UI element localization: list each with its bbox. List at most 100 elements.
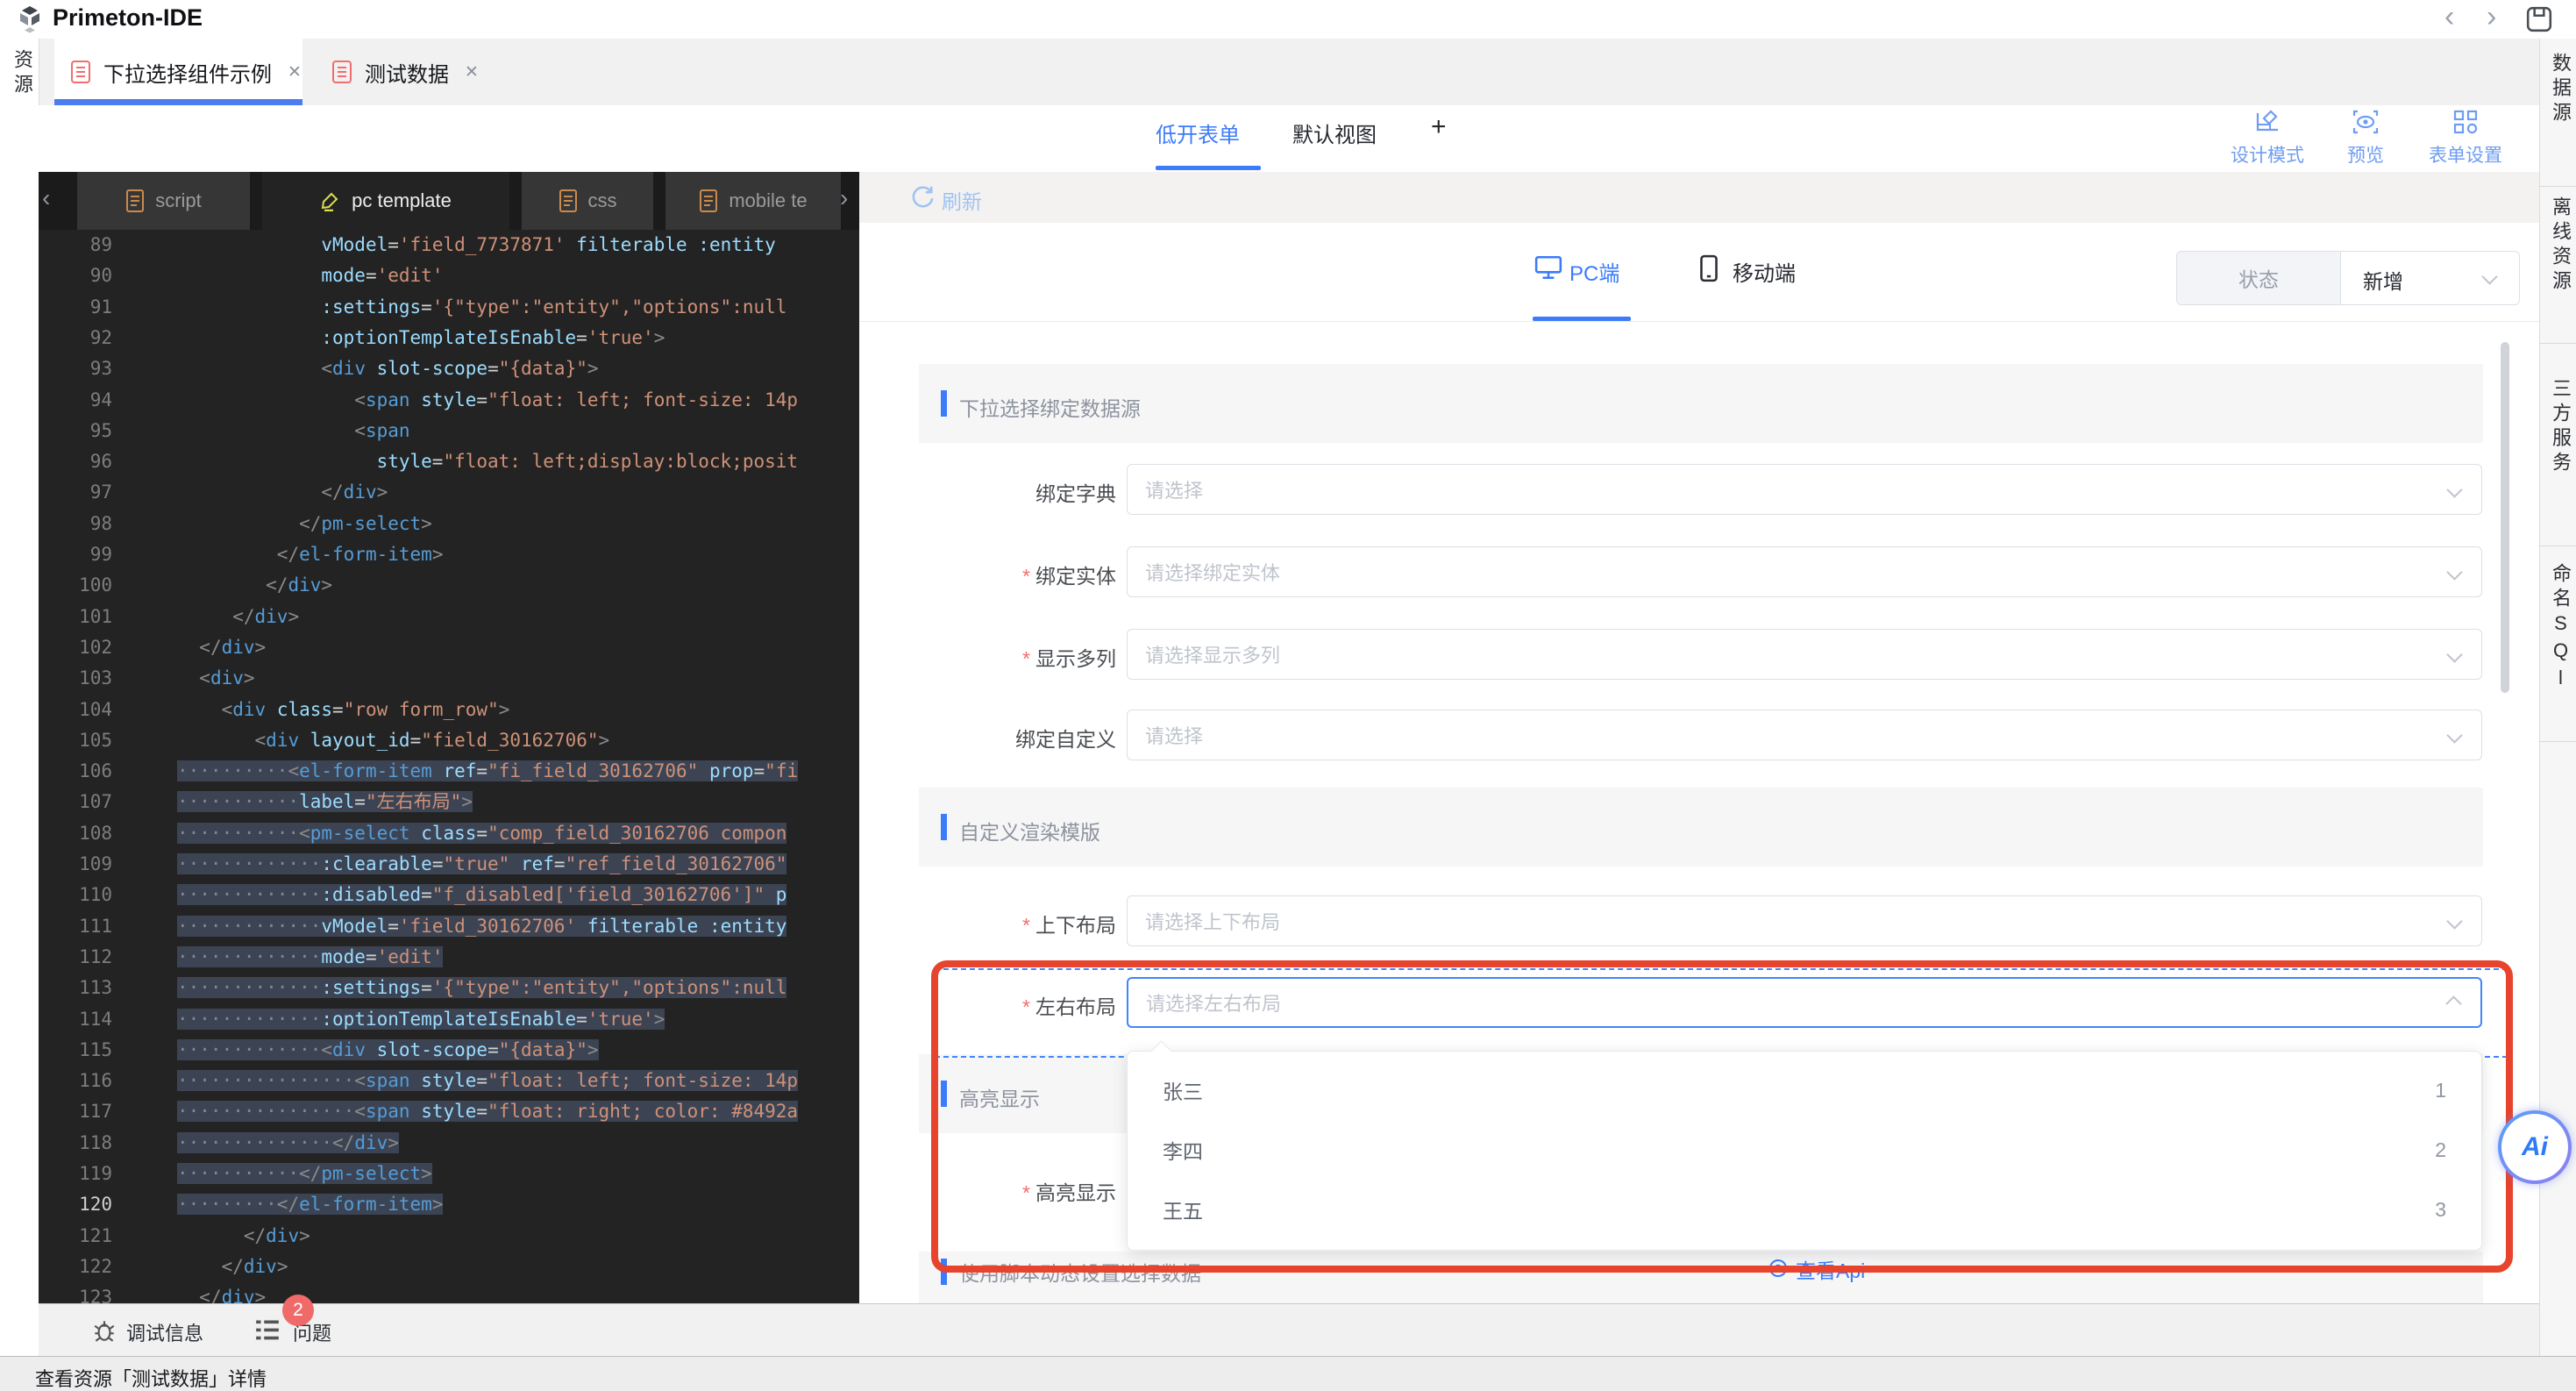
code-text: ···········label="左右布局">: [177, 787, 852, 817]
form-scrollbar[interactable]: [2501, 342, 2509, 693]
code-text: ·············vModel='field_30162706' fil…: [177, 911, 852, 942]
editor-tab[interactable]: pc template: [262, 172, 509, 230]
code-line: 123 </div>: [39, 1282, 859, 1303]
close-icon[interactable]: ✕: [288, 62, 302, 82]
code-line: 107···········label="左右布局">: [39, 787, 859, 818]
right-rail-item[interactable]: 数据源: [2546, 53, 2574, 126]
add-view-tab[interactable]: +: [1431, 112, 1447, 142]
section-title: 下拉选择绑定数据源: [959, 392, 1141, 422]
line-number: 119: [39, 1159, 112, 1189]
toolbar-button-label: 表单设置: [2409, 141, 2523, 168]
code-text: ··············</div>: [177, 1128, 852, 1159]
sidebar-item-resources[interactable]: 资源: [8, 49, 36, 98]
select-input[interactable]: 请选择上下布局: [1127, 895, 2482, 946]
select-input[interactable]: 请选择绑定实体: [1127, 546, 2482, 597]
code-area[interactable]: 89 vModel='field_7737871' filterable :en…: [39, 230, 859, 1303]
debug-info-button[interactable]: 调试信息: [126, 1318, 203, 1346]
code-text: </el-form-item>: [177, 539, 852, 570]
code-text: ·············mode='edit': [177, 942, 852, 973]
chevron-down-icon: [2449, 916, 2460, 931]
selection-guide-top: [935, 968, 2508, 970]
nav-forward-icon[interactable]: ›: [2487, 0, 2496, 34]
ai-assistant-button[interactable]: Ai: [2498, 1110, 2572, 1184]
select-input[interactable]: 请选择显示多列: [1127, 629, 2482, 680]
select-input[interactable]: 请选择: [1127, 464, 2482, 515]
code-text: <div layout_id="field_30162706">: [177, 725, 852, 756]
code-text: </pm-select>: [177, 509, 852, 539]
refresh-icon[interactable]: [910, 184, 935, 213]
section-header: 使用脚本动态设置选择数据: [919, 1252, 2483, 1303]
line-number: 101: [39, 602, 112, 632]
tab-scroll-right-icon[interactable]: ›: [840, 184, 848, 212]
right-rail-item[interactable]: 离线资源: [2546, 196, 2574, 295]
dropdown-option[interactable]: 张三1: [1128, 1060, 2481, 1120]
editor-tab[interactable]: mobile te: [665, 172, 841, 230]
line-number: 112: [39, 942, 112, 973]
code-text: :settings='{"type":"entity","options":nu…: [177, 292, 852, 323]
file-tab[interactable]: 下拉选择组件示例✕: [54, 39, 302, 105]
code-text: <div class="row form_row">: [177, 695, 852, 725]
section-header: 下拉选择绑定数据源: [919, 364, 2483, 443]
code-line: 89 vModel='field_7737871' filterable :en…: [39, 230, 859, 261]
editor-tab[interactable]: script: [77, 172, 250, 230]
view-tab[interactable]: 低开表单: [1156, 118, 1240, 148]
section-accent-bar: [941, 814, 947, 840]
device-tab[interactable]: PC端: [1569, 256, 1619, 287]
ai-assistant-label: Ai: [2501, 1114, 2568, 1181]
device-tab[interactable]: 移动端: [1733, 256, 1796, 287]
field-label: *显示多列: [871, 642, 1116, 672]
code-line: 96 style="float: left;display:block;posi…: [39, 446, 859, 478]
view-tab[interactable]: 默认视图: [1292, 118, 1377, 148]
toolbar-button-label: 设计模式: [2210, 141, 2324, 168]
code-line: 122 </div>: [39, 1252, 859, 1283]
close-icon[interactable]: ✕: [465, 62, 479, 82]
toolbar-preview[interactable]: 预览: [2309, 109, 2423, 163]
code-line: 101 </div>: [39, 602, 859, 633]
code-text: </div>: [177, 1282, 852, 1303]
rail-divider: [2539, 186, 2576, 187]
select-input[interactable]: 请选择左右布局: [1127, 977, 2482, 1028]
option-label: 王五: [1163, 1195, 1203, 1224]
option-value: 1: [2435, 1079, 2446, 1102]
code-line: 112 ·············mode='edit': [39, 942, 859, 974]
problems-count-badge: 2: [282, 1295, 314, 1326]
pencil-icon: [320, 190, 341, 217]
dropdown-option[interactable]: 王五3: [1128, 1180, 2481, 1239]
line-number: 104: [39, 695, 112, 725]
status-select[interactable]: 状态 新增: [2176, 251, 2520, 305]
form-file-icon: [70, 60, 91, 89]
dropdown-option[interactable]: 李四2: [1128, 1120, 2481, 1180]
right-rail-item[interactable]: 三方服务: [2546, 378, 2574, 476]
line-number: 98: [39, 509, 112, 539]
status-bar-text: 查看资源「测试数据」详情: [35, 1364, 267, 1391]
select-placeholder: 请选择上下布局: [1145, 907, 1280, 935]
code-line: 103 <div>: [39, 663, 859, 695]
line-number: 114: [39, 1004, 112, 1035]
code-text: </div>: [177, 1221, 852, 1252]
save-icon[interactable]: [2525, 5, 2553, 38]
right-rail-item[interactable]: 命名SQl: [2546, 563, 2574, 694]
editor-bottom-bar: 调试信息 问题: [39, 1303, 2539, 1357]
select-input[interactable]: 请选择: [1127, 710, 2482, 760]
primeton-ide-window: Primeton-IDE ‹ › 资源 ‹ › scriptpc templat…: [0, 0, 2576, 1391]
view-api-link[interactable]: 查看Api: [1768, 1254, 1865, 1284]
code-line: 114 ·············:optionTemplateIsEnable=…: [39, 1004, 859, 1036]
field-label: *绑定实体: [871, 560, 1116, 589]
code-text: </div>: [177, 477, 852, 508]
file-tab[interactable]: 测试数据✕: [316, 39, 545, 105]
toolbar-design-mode[interactable]: 设计模式: [2210, 109, 2324, 163]
section-title: 高亮显示: [959, 1082, 1040, 1112]
line-number: 116: [39, 1066, 112, 1096]
code-text: <span style="float: left; font-size: 14p: [177, 385, 852, 416]
dropdown-arrow: [1150, 1040, 1171, 1061]
tab-scroll-left-icon[interactable]: ‹: [42, 184, 50, 212]
code-editor[interactable]: ‹ › scriptpc templatecssmobile te 89 vMo…: [39, 172, 859, 1303]
toolbar-form-settings[interactable]: 表单设置: [2409, 109, 2523, 163]
line-number: 123: [39, 1282, 112, 1303]
editor-tab[interactable]: css: [522, 172, 653, 230]
line-number: 93: [39, 353, 112, 384]
api-icon: [1768, 1258, 1789, 1284]
refresh-button[interactable]: 刷新: [942, 185, 982, 215]
nav-back-icon[interactable]: ‹: [2444, 0, 2454, 34]
code-text: ·············:optionTemplateIsEnable='tr…: [177, 1004, 852, 1035]
